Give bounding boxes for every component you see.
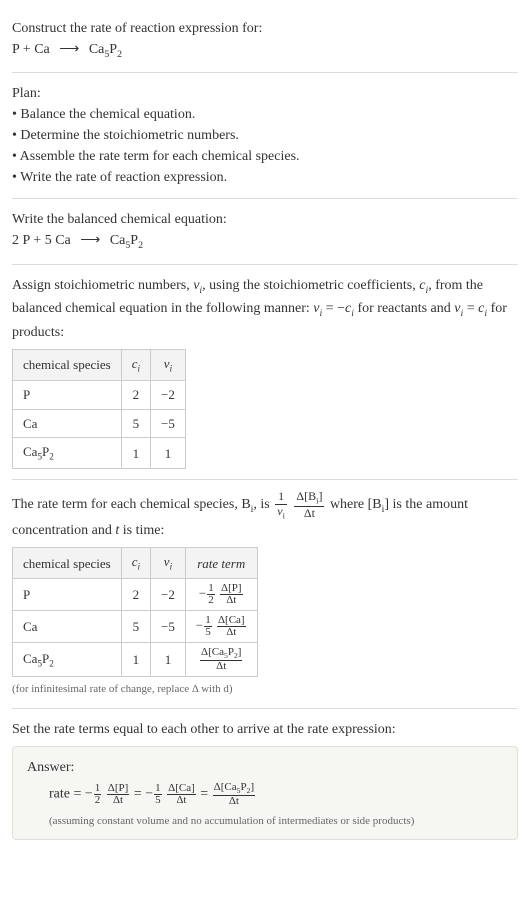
- conclusion-section: Set the rate terms equal to each other t…: [12, 709, 518, 850]
- product-ca5p2: Ca5P2: [89, 42, 122, 57]
- plan-section: Plan: Balance the chemical equation. Det…: [12, 73, 518, 199]
- table-row: Ca5P2 1 1: [13, 438, 186, 469]
- balanced-equation: 2 P + 5 Ca ⟶ Ca5P2: [12, 230, 518, 253]
- plan-item: Write the rate of reaction expression.: [12, 167, 518, 188]
- answer-label: Answer:: [27, 757, 503, 778]
- unbalanced-equation: P + Ca ⟶ Ca5P2: [12, 39, 518, 62]
- prompt-intro: Construct the rate of reaction expressio…: [12, 18, 518, 39]
- conclusion-text: Set the rate terms equal to each other t…: [12, 719, 518, 740]
- table-row: P 2 −2: [13, 381, 186, 410]
- col-ci: ci: [121, 349, 150, 380]
- col-species: chemical species: [13, 548, 122, 579]
- rateterm-section: The rate term for each chemical species,…: [12, 480, 518, 708]
- rate-note: (for infinitesimal rate of change, repla…: [12, 681, 518, 698]
- reactant-ca: Ca: [34, 42, 50, 57]
- balanced-heading: Write the balanced chemical equation:: [12, 209, 518, 230]
- col-species: chemical species: [13, 349, 122, 380]
- col-rate: rate term: [185, 548, 257, 579]
- col-nui: νi: [151, 548, 186, 579]
- table-row: Ca 5 −5: [13, 409, 186, 438]
- table-row: Ca5P2 1 1 Δ[Ca5P2]Δt: [13, 643, 258, 677]
- answer-expression: rate = −12 Δ[P]Δt = −15 Δ[Ca]Δt = Δ[Ca5P…: [27, 782, 503, 807]
- answer-box: Answer: rate = −12 Δ[P]Δt = −15 Δ[Ca]Δt …: [12, 746, 518, 840]
- fraction: Δ[Bi]Δt: [294, 490, 324, 520]
- col-nui: νi: [151, 349, 186, 380]
- stoich-section: Assign stoichiometric numbers, νi, using…: [12, 265, 518, 480]
- table-row: Ca 5 −5 −15 Δ[Ca]Δt: [13, 611, 258, 643]
- arrow-icon: ⟶: [80, 230, 100, 251]
- stoich-table: chemical species ci νi P 2 −2 Ca 5 −5 Ca…: [12, 349, 186, 469]
- balanced-section: Write the balanced chemical equation: 2 …: [12, 199, 518, 264]
- rateterm-text: The rate term for each chemical species,…: [12, 490, 518, 541]
- plan-item: Determine the stoichiometric numbers.: [12, 125, 518, 146]
- plan-item: Balance the chemical equation.: [12, 104, 518, 125]
- fraction: 1νi: [275, 490, 287, 520]
- arrow-icon: ⟶: [59, 39, 79, 60]
- stoich-text: Assign stoichiometric numbers, νi, using…: [12, 275, 518, 343]
- rateterm-table: chemical species ci νi rate term P 2 −2 …: [12, 547, 258, 677]
- answer-note: (assuming constant volume and no accumul…: [27, 813, 503, 830]
- col-ci: ci: [121, 548, 150, 579]
- plan-heading: Plan:: [12, 83, 518, 104]
- plan-list: Balance the chemical equation. Determine…: [12, 104, 518, 188]
- plan-item: Assemble the rate term for each chemical…: [12, 146, 518, 167]
- prompt-section: Construct the rate of reaction expressio…: [12, 8, 518, 73]
- table-row: P 2 −2 −12 Δ[P]Δt: [13, 579, 258, 611]
